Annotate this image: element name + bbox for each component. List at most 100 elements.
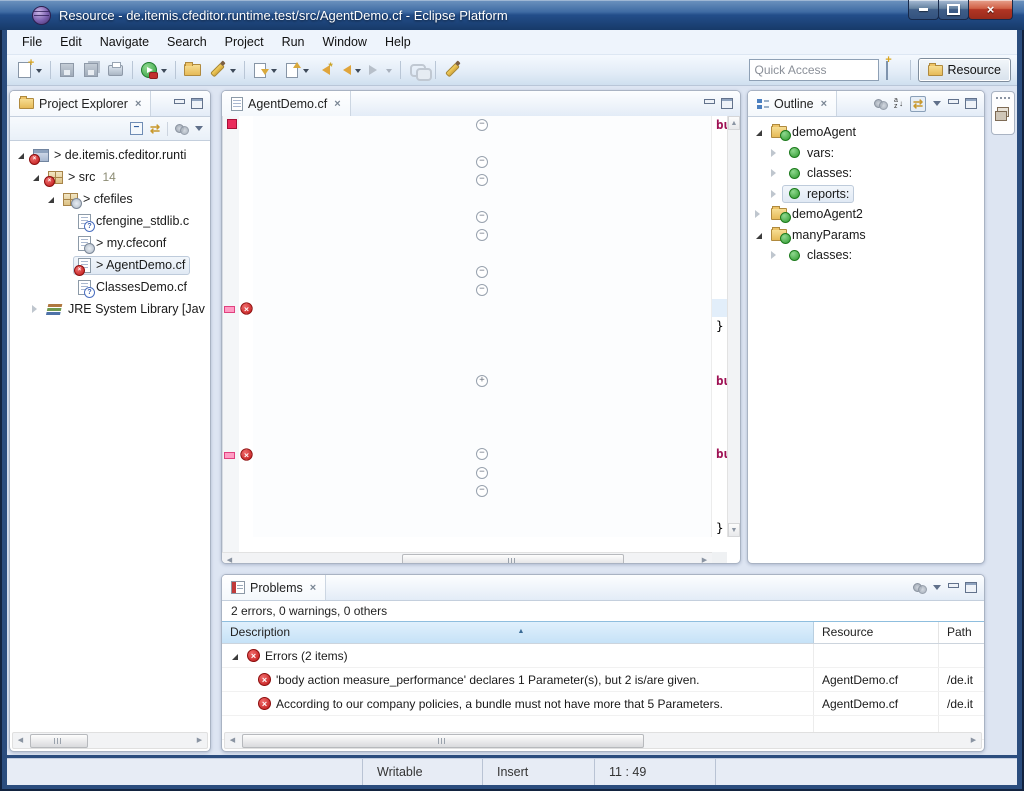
scroll-right-icon[interactable]: ▶ bbox=[697, 553, 712, 564]
code-line-3[interactable]: vars: bbox=[712, 153, 727, 171]
expander-open-icon[interactable] bbox=[29, 173, 43, 181]
code-line-19[interactable]: bundle agent manyParams(p1,p2,p3,p4,p5,p… bbox=[712, 445, 727, 463]
sort-alphabetically-icon[interactable]: az↓ bbox=[894, 98, 903, 110]
tree-item-jre-system-library-jav[interactable]: JRE System Library [Jav bbox=[10, 298, 210, 320]
problem-row[interactable]: 'body action measure_performance' declar… bbox=[222, 668, 984, 692]
drag-handle-icon[interactable] bbox=[996, 95, 1010, 101]
minimize-button[interactable] bbox=[908, 0, 939, 20]
maximize-view-icon[interactable] bbox=[191, 98, 203, 109]
code-line-12[interactable]: } bbox=[712, 317, 727, 335]
minimize-view-icon[interactable] bbox=[948, 583, 958, 592]
expander-open-icon[interactable] bbox=[752, 128, 766, 136]
collapse-all-icon[interactable]: − bbox=[130, 122, 143, 135]
prev-annotation-dropdown-icon[interactable] bbox=[303, 69, 309, 76]
fold-collapse-icon[interactable]: − bbox=[476, 266, 488, 278]
menu-file[interactable]: File bbox=[13, 32, 51, 52]
view-menu-icon[interactable] bbox=[933, 101, 941, 110]
link-with-editor-icon[interactable]: ⇄ bbox=[910, 96, 926, 112]
maximize-view-icon[interactable] bbox=[721, 98, 733, 109]
code-line-9[interactable]: reports: bbox=[712, 262, 727, 280]
expander-open-icon[interactable] bbox=[752, 231, 766, 239]
resource-perspective-button[interactable]: Resource bbox=[918, 58, 1012, 82]
error-marker[interactable] bbox=[224, 452, 235, 459]
scroll-left-icon[interactable]: ◀ bbox=[222, 553, 237, 564]
code-line-16[interactable] bbox=[712, 390, 727, 408]
tree-item-cfengine-stdlib-c[interactable]: cfengine_stdlib.c bbox=[10, 210, 210, 232]
view-menu-icon[interactable] bbox=[195, 126, 203, 135]
scroll-down-icon[interactable]: ▼ bbox=[728, 523, 740, 537]
menu-navigate[interactable]: Navigate bbox=[91, 32, 158, 52]
restore-view-icon[interactable] bbox=[997, 107, 1009, 117]
scroll-left-icon[interactable]: ◀ bbox=[225, 733, 240, 748]
code-line-11[interactable]: action => measure_performance("1","2"); bbox=[712, 299, 727, 317]
expander-closed-icon[interactable] bbox=[29, 305, 43, 313]
problems-tab-close-icon[interactable]: × bbox=[310, 582, 316, 594]
fold-collapse-icon[interactable]: − bbox=[476, 174, 488, 186]
editor-hscrollbar[interactable]: ◀ ▶ bbox=[222, 552, 712, 564]
maximize-button[interactable] bbox=[938, 0, 969, 20]
code-line-4[interactable]: someCommonClass:: "myVar" bbox=[712, 171, 727, 189]
close-button[interactable]: × bbox=[968, 0, 1013, 20]
new-dropdown-icon[interactable] bbox=[36, 69, 42, 76]
expander-open-icon[interactable] bbox=[228, 652, 242, 660]
editor-tab-close-icon[interactable]: × bbox=[334, 98, 340, 110]
fold-collapse-icon[interactable]: − bbox=[476, 485, 488, 497]
code-line-14[interactable] bbox=[712, 354, 727, 372]
tree-item-src[interactable]: > src14 bbox=[10, 166, 210, 188]
tree-item-vars[interactable]: vars: bbox=[748, 143, 984, 164]
last-edit-location-button[interactable] bbox=[313, 60, 334, 80]
back-dropdown-icon[interactable] bbox=[355, 69, 361, 76]
column-resource[interactable]: Resource bbox=[814, 622, 939, 643]
menu-edit[interactable]: Edit bbox=[51, 32, 91, 52]
expander-closed-icon[interactable] bbox=[768, 169, 782, 177]
highlight-button[interactable] bbox=[205, 59, 240, 81]
next-annotation-button[interactable] bbox=[249, 60, 281, 81]
fold-collapse-icon[interactable]: − bbox=[476, 448, 488, 460]
tree-item-demoagent[interactable]: demoAgent bbox=[748, 122, 984, 143]
next-annotation-dropdown-icon[interactable] bbox=[271, 69, 277, 76]
code-line-5[interactable]: string =>"myValue"; bbox=[712, 189, 727, 207]
maximize-view-icon[interactable] bbox=[965, 582, 977, 593]
code-line-21[interactable]: "someLocalClass" bbox=[712, 482, 727, 500]
column-path[interactable]: Path bbox=[939, 622, 984, 643]
expander-closed-icon[interactable] bbox=[752, 210, 766, 218]
link-with-editor-icon[interactable]: ⇄ bbox=[150, 123, 160, 135]
brush-button[interactable] bbox=[440, 59, 465, 81]
problems-hscrollbar[interactable]: ◀ ▶ bbox=[224, 732, 982, 749]
code-line-17[interactable] bbox=[712, 409, 727, 427]
fold-collapse-icon[interactable]: − bbox=[476, 284, 488, 296]
tree-item-agentdemo-cf[interactable]: > AgentDemo.cf bbox=[10, 254, 210, 276]
tree-item-classes[interactable]: classes: bbox=[748, 163, 984, 184]
scroll-right-icon[interactable]: ▶ bbox=[192, 733, 207, 748]
error-marker-icon[interactable] bbox=[240, 302, 252, 314]
column-description[interactable]: ▲Description bbox=[222, 622, 814, 643]
error-marker[interactable] bbox=[224, 306, 235, 313]
run-button[interactable] bbox=[137, 59, 171, 81]
menu-project[interactable]: Project bbox=[216, 32, 273, 52]
problem-row[interactable]: According to our company policies, a bun… bbox=[222, 692, 984, 716]
scroll-left-icon[interactable]: ◀ bbox=[13, 733, 28, 748]
menu-run[interactable]: Run bbox=[273, 32, 314, 52]
expander-open-icon[interactable] bbox=[44, 195, 58, 203]
editor-overview-ruler[interactable] bbox=[222, 116, 239, 552]
code-line-8[interactable]: expression =>"any"; bbox=[712, 244, 727, 262]
tree-item-classes[interactable]: classes: bbox=[748, 245, 984, 266]
minimized-view-bar[interactable] bbox=[991, 91, 1015, 135]
code-line-23[interactable]: } bbox=[712, 519, 727, 537]
code-line-18[interactable] bbox=[712, 427, 727, 445]
code-line-6[interactable]: classes: bbox=[712, 207, 727, 225]
focus-icon[interactable] bbox=[175, 124, 188, 133]
scroll-right-icon[interactable]: ▶ bbox=[966, 733, 981, 748]
fold-collapse-icon[interactable]: − bbox=[476, 156, 488, 168]
back-button[interactable] bbox=[334, 60, 365, 80]
expander-closed-icon[interactable] bbox=[768, 190, 782, 198]
open-perspective-button[interactable] bbox=[886, 62, 903, 79]
menu-window[interactable]: Window bbox=[314, 32, 376, 52]
tree-item-de-itemis-cfeditor-runti[interactable]: > de.itemis.cfeditor.runti bbox=[10, 144, 210, 166]
code-line-15[interactable]: bundle agent demoAgent2 { .. bbox=[712, 372, 727, 390]
code-line-13[interactable] bbox=[712, 336, 727, 354]
menu-help[interactable]: Help bbox=[376, 32, 420, 52]
code-line-2[interactable] bbox=[712, 134, 727, 152]
editor-vscrollbar[interactable]: ▲ ▼ bbox=[727, 116, 740, 537]
tab-outline[interactable]: Outline × bbox=[748, 91, 837, 116]
